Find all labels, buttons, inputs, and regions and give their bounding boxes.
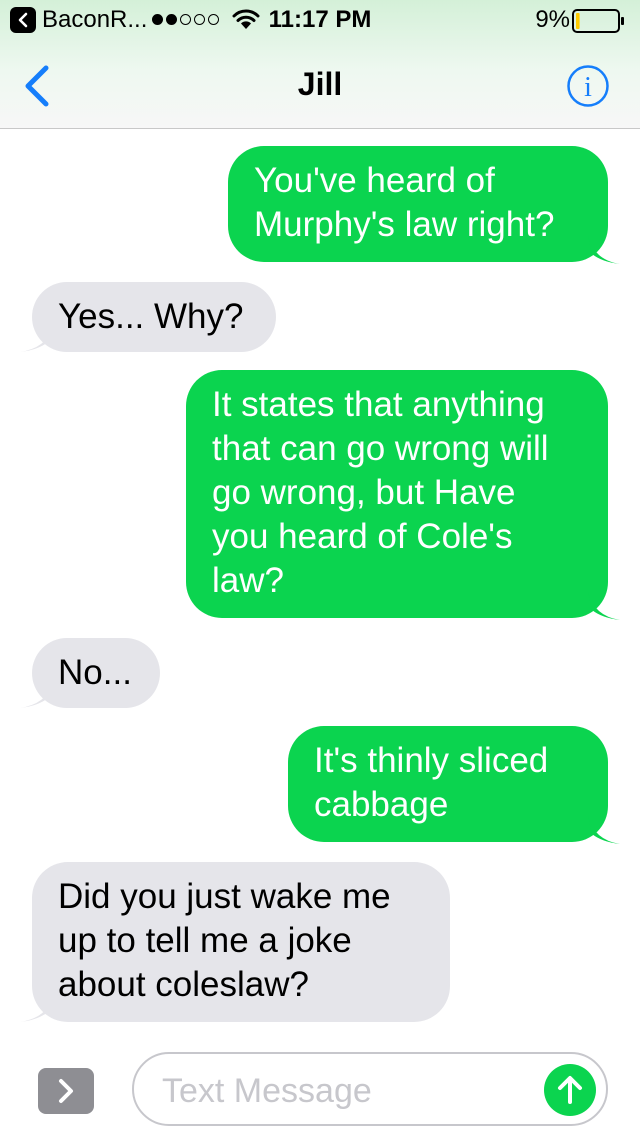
message-composer: [0, 1046, 640, 1136]
outgoing-message[interactable]: It's thinly sliced cabbage: [288, 726, 608, 842]
conversation-title[interactable]: Jill: [0, 66, 640, 102]
message-input-field[interactable]: [132, 1052, 608, 1126]
bubble-tail: [20, 328, 52, 352]
navigation-bar: Jill i: [0, 48, 640, 128]
bubble-tail: [20, 684, 52, 708]
bubble-tail: [588, 236, 620, 264]
arrow-up-icon: [558, 1076, 582, 1104]
message-input[interactable]: [160, 1068, 544, 1114]
incoming-message[interactable]: Yes... Why?: [32, 282, 276, 352]
battery-percentage: 9%: [535, 6, 570, 33]
apps-button[interactable]: [38, 1068, 94, 1114]
bubble-tail: [588, 816, 620, 844]
incoming-message[interactable]: Did you just wake me up to tell me a jok…: [32, 862, 450, 1022]
bubble-tail: [20, 998, 52, 1022]
svg-text:i: i: [584, 72, 592, 103]
bubble-tail: [588, 592, 620, 620]
send-button[interactable]: [544, 1064, 596, 1116]
info-icon[interactable]: i: [566, 64, 610, 113]
battery-icon: [572, 9, 626, 40]
outgoing-message[interactable]: It states that anything that can go wron…: [186, 370, 608, 618]
outgoing-message[interactable]: You've heard of Murphy's law right?: [228, 146, 608, 262]
chevron-right-icon: [59, 1079, 73, 1103]
status-bar: BaconR... 11:17 PM 9%: [0, 0, 640, 40]
